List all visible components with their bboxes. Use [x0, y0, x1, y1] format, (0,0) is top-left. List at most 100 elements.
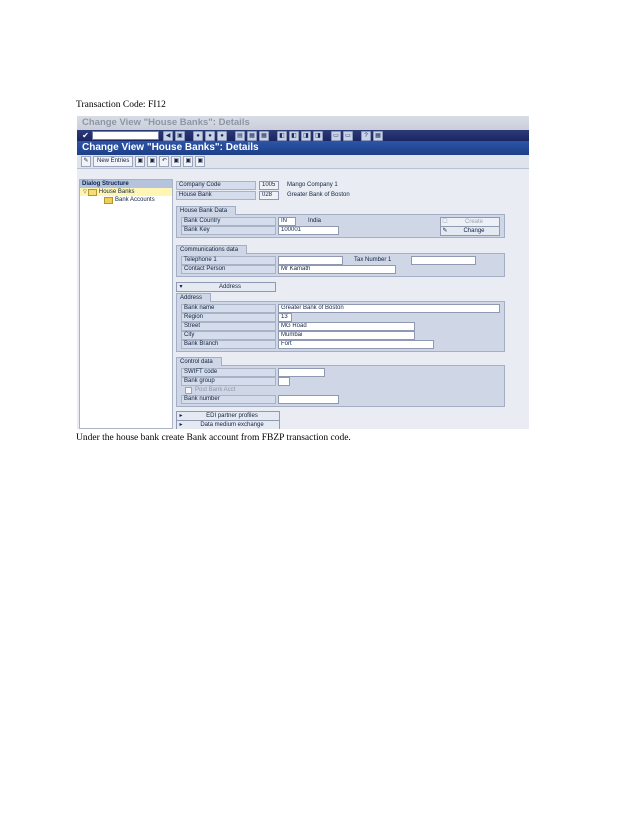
bank-group-field[interactable] [278, 377, 290, 386]
shortcut-icon[interactable]: ▭ [343, 130, 353, 141]
sap-screenshot: Change View "House Banks": Details ✔ ◀ ▣… [77, 116, 529, 429]
swift-field[interactable] [278, 368, 325, 377]
folder-icon [104, 196, 113, 204]
print-icon[interactable]: ▤ [235, 130, 245, 141]
house-bank-data-group: House Bank Data Bank Country IN India Ba… [176, 206, 505, 238]
bank-name-label: Bank name [181, 304, 276, 313]
bank-country-field[interactable]: IN [278, 217, 296, 226]
bank-branch-row: Bank Branch Fort [181, 340, 434, 349]
city-field[interactable]: Mumbai [278, 331, 415, 340]
communications-title: Communications data [176, 245, 248, 254]
bank-country-row: Bank Country IN India [181, 217, 321, 226]
region-field[interactable]: 13 [278, 313, 292, 322]
expand-icon[interactable]: ▽ [83, 188, 87, 196]
bank-name-field[interactable]: Greater Bank of Boston [278, 304, 500, 313]
first-page-icon[interactable]: ◧ [277, 130, 287, 141]
next-entry-icon[interactable]: ▣ [183, 156, 194, 167]
bank-number-label: Bank number [181, 395, 276, 404]
expand-section-icon: ▾ [179, 284, 183, 290]
find-icon[interactable]: ▦ [247, 130, 257, 141]
company-code-label: Company Code [176, 181, 256, 190]
delete-icon[interactable]: ▣ [147, 156, 158, 167]
dialog-structure-header: Dialog Structure [80, 180, 172, 188]
select-icon[interactable]: ▣ [195, 156, 206, 167]
post-bank-row: Post Bank Acct [181, 386, 235, 395]
back-icon[interactable]: ◀ [163, 130, 173, 141]
standard-toolbar: ✔ ◀ ▣ ● ● ● ▤ ▦ ▦ ◧ ◧ ◨ ◨ ▭ ▭ ? ▦ [77, 130, 529, 141]
data-medium-exchange-button[interactable]: ▸ Data medium exchange [176, 420, 280, 429]
undo-icon[interactable]: ↶ [159, 156, 170, 167]
contact-person-label: Contact Person [181, 265, 276, 274]
street-label: Street [181, 322, 276, 331]
region-label: Region [181, 313, 276, 322]
house-bank-data-title: House Bank Data [176, 206, 237, 215]
company-code-field: 1005 [259, 181, 279, 190]
new-entries-button[interactable]: New Entries [93, 156, 134, 167]
exit-icon[interactable]: ● [205, 130, 215, 141]
enter-check-icon[interactable]: ✔ [81, 131, 90, 140]
navigate-icon: ▸ [179, 422, 183, 428]
application-toolbar: ✎ New Entries ▣ ▣ ↶ ▣ ▣ ▣ [77, 155, 529, 169]
post-bank-checkbox[interactable] [185, 387, 192, 394]
contact-person-field[interactable]: Mr Kamath [278, 265, 396, 274]
copy-icon[interactable]: ▣ [135, 156, 146, 167]
bank-group-label: Bank group [181, 377, 276, 386]
bank-key-field[interactable]: 100001 [278, 226, 339, 235]
navigate-icon: ▸ [179, 413, 183, 419]
cancel-icon[interactable]: ● [217, 130, 227, 141]
company-code-row: Company Code 1005 Mango Company 1 [176, 181, 338, 190]
bank-branch-label: Bank Branch [181, 340, 276, 349]
last-page-icon[interactable]: ◨ [313, 130, 323, 141]
city-label: City [181, 331, 276, 340]
display-change-icon[interactable]: ✎ [81, 156, 91, 167]
find-next-icon[interactable]: ▦ [259, 130, 269, 141]
caption-transaction-code: Transaction Code: FI12 [76, 100, 166, 110]
communications-group: Communications data Telephone 1 Tax Numb… [176, 245, 505, 277]
layout-icon[interactable]: ▦ [373, 130, 383, 141]
window-title: Change View "House Banks": Details [77, 141, 529, 155]
address-title: Address [176, 293, 212, 302]
country-name: India [308, 218, 322, 224]
bank-key-label: Bank Key [181, 226, 276, 235]
street-field[interactable]: MG Road [278, 322, 415, 331]
command-field[interactable] [92, 131, 159, 140]
address-group: Address Bank name Greater Bank of Boston… [176, 293, 505, 352]
bank-name-row: Bank name Greater Bank of Boston [181, 304, 500, 313]
tax-number-field[interactable] [411, 256, 477, 265]
control-data-title: Control data [176, 357, 222, 366]
street-row: Street MG Road [181, 322, 415, 331]
change-bank-button[interactable]: ✎ Change [440, 226, 500, 236]
company-name: Mango Company 1 [287, 182, 338, 188]
control-data-group: Control data SWIFT code Bank group Post … [176, 357, 505, 407]
help-icon[interactable]: ? [361, 130, 371, 141]
new-session-icon[interactable]: ▭ [331, 130, 341, 141]
region-row: Region 13 [181, 313, 292, 322]
bank-number-field[interactable] [278, 395, 339, 404]
telephone-row: Telephone 1 Tax Number 1 [181, 256, 477, 265]
create-icon: ☐ [442, 219, 448, 225]
contact-person-row: Contact Person Mr Kamath [181, 265, 396, 274]
address-button[interactable]: ▾ Address [176, 282, 276, 292]
bank-group-row: Bank group [181, 377, 290, 386]
save-icon[interactable]: ▣ [175, 130, 185, 141]
pencil-icon: ✎ [442, 228, 448, 234]
tree-item-house-banks[interactable]: ▽ House Banks [80, 188, 172, 196]
bank-branch-field[interactable]: Fort [278, 340, 434, 349]
previous-entry-icon[interactable]: ▣ [171, 156, 182, 167]
bank-number-row: Bank number [181, 395, 339, 404]
back-nav-icon[interactable]: ● [193, 130, 203, 141]
tree-item-bank-accounts[interactable]: Bank Accounts [80, 196, 172, 204]
next-page-icon[interactable]: ◨ [301, 130, 311, 141]
swift-label: SWIFT code [181, 368, 276, 377]
bank-key-row: Bank Key 100001 [181, 226, 339, 235]
prev-page-icon[interactable]: ◧ [289, 130, 299, 141]
faded-window-title: Change View "House Banks": Details [77, 116, 529, 130]
telephone-field[interactable] [278, 256, 343, 265]
folder-open-icon [87, 188, 97, 196]
caption-instruction: Under the house bank create Bank account… [76, 433, 351, 443]
post-bank-label: Post Bank Acct [195, 387, 236, 393]
house-bank-field: 028 [259, 191, 279, 200]
house-bank-name: Greater Bank of Boston [287, 192, 350, 198]
dialog-structure-tree: Dialog Structure ▽ House Banks Bank Acco… [79, 179, 173, 429]
city-row: City Mumbai [181, 331, 415, 340]
